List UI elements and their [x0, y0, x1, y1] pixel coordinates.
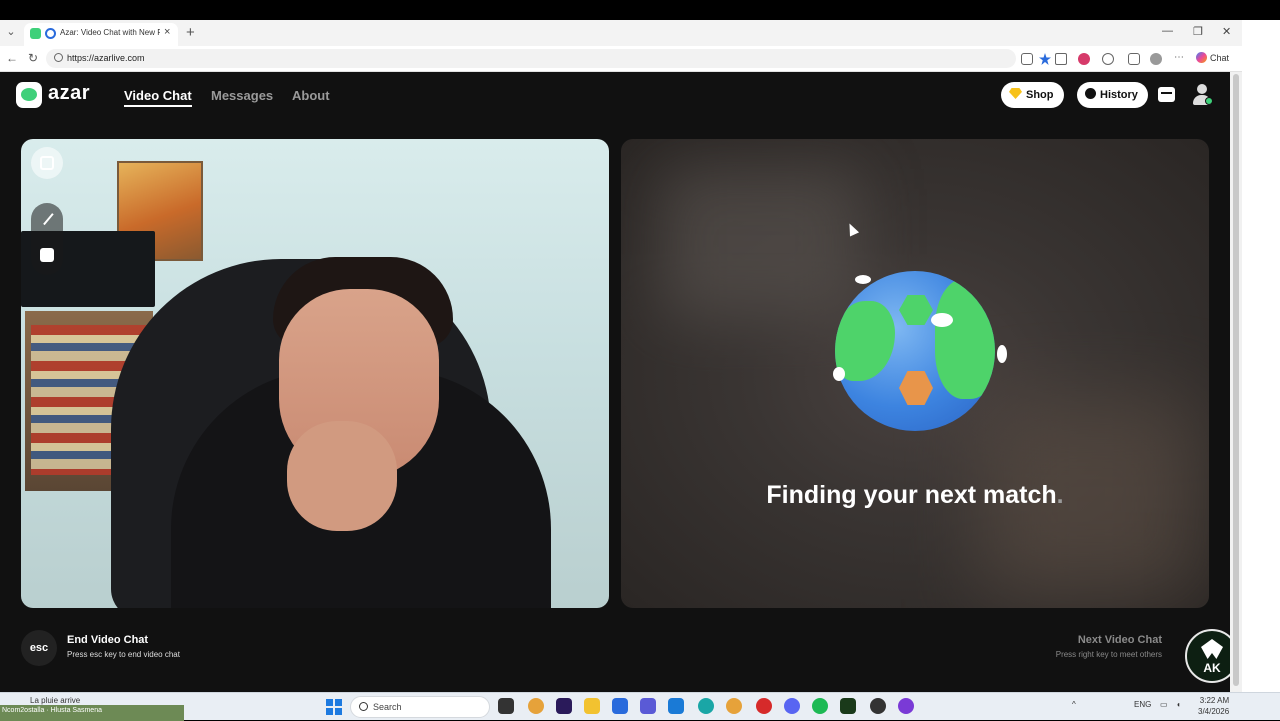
nav-messages[interactable]: Messages [211, 88, 273, 103]
shop-label: Shop [1026, 89, 1054, 101]
windows-taskbar: La pluie arrive Ncom2ostalla · Hlusta Sa… [0, 692, 1280, 721]
clock[interactable]: 3:22 AM 3/4/2026 [1198, 695, 1229, 717]
face-mask-icon [40, 248, 54, 262]
person-hand [287, 421, 397, 531]
restore-icon[interactable]: ❐ [1193, 25, 1203, 38]
azar-page: azar Video Chat Messages About Shop Hist… [0, 72, 1239, 692]
browser-address-bar: ← ↻ https://azarlive.com ⋯ Chat [0, 46, 1242, 72]
url-field[interactable]: https://azarlive.com [46, 49, 1016, 68]
profile-icon[interactable] [1150, 53, 1162, 65]
extension-icon[interactable] [1078, 53, 1090, 65]
expand-button[interactable] [31, 147, 63, 179]
app-available-icon[interactable] [1021, 53, 1033, 65]
inbox-icon[interactable] [1158, 87, 1175, 102]
shop-button[interactable]: Shop [1001, 82, 1064, 108]
chat-label: Chat [1210, 53, 1230, 63]
file-explorer-icon[interactable] [584, 698, 600, 714]
chrome-2-icon[interactable] [726, 698, 742, 714]
end-video-chat-title[interactable]: End Video Chat [67, 634, 148, 646]
outlook-icon[interactable] [668, 698, 684, 714]
back-icon[interactable]: ← [6, 51, 18, 65]
weather-widget[interactable]: La pluie arrive [30, 696, 80, 705]
teams-icon[interactable] [640, 698, 656, 714]
next-video-chat-hint: Press right key to meet others [1055, 650, 1162, 659]
self-camera-video [21, 139, 609, 608]
online-status-icon [1205, 97, 1213, 105]
page-scrollbar[interactable] [1230, 72, 1242, 692]
globe-icon [835, 271, 995, 431]
nav-video-chat[interactable]: Video Chat [124, 88, 192, 107]
expand-icon [40, 156, 54, 170]
edge-icon[interactable] [698, 698, 714, 714]
spotify-icon[interactable] [812, 698, 828, 714]
gem-icon [1009, 88, 1022, 99]
eagle-icon [1201, 639, 1223, 659]
copilot-chat-button[interactable]: Chat [1196, 52, 1229, 63]
tab-list-chevron-icon[interactable]: ⌄ [4, 25, 18, 39]
camera-icon[interactable] [1055, 53, 1067, 65]
scrollbar-thumb[interactable] [1233, 74, 1239, 686]
brand-name[interactable]: azar [48, 82, 90, 105]
refresh-extension-icon[interactable] [1102, 53, 1114, 65]
azar-logo-icon[interactable] [16, 82, 42, 108]
next-video-chat-title[interactable]: Next Video Chat [1078, 634, 1162, 646]
favorite-star-icon[interactable] [1039, 53, 1051, 65]
new-tab-button[interactable]: + [186, 24, 195, 41]
loading-dot: . [1056, 481, 1064, 509]
mask-button[interactable] [31, 239, 63, 271]
magic-wand-icon [43, 213, 63, 233]
match-panel: Finding your next match. [621, 139, 1209, 608]
windows-start-icon[interactable] [326, 699, 342, 715]
history-button[interactable]: History [1077, 82, 1148, 108]
end-video-chat-hint: Press esc key to end video chat [67, 650, 180, 659]
right-margin [1242, 20, 1280, 692]
azar-favicon-icon [30, 28, 41, 39]
task-view-icon[interactable] [498, 698, 514, 714]
browser-tab-azar[interactable]: Azar: Video Chat with New People × [24, 23, 178, 46]
tab-title: Azar: Video Chat with New People [60, 28, 160, 37]
finding-match-status: Finding your next match. [621, 481, 1209, 510]
app-2-icon[interactable] [898, 698, 914, 714]
copilot-icon [1196, 52, 1207, 63]
url-text: https://azarlive.com [67, 53, 145, 63]
close-tab-icon[interactable]: × [164, 26, 170, 38]
blur-background [661, 169, 861, 319]
premiere-icon[interactable] [556, 698, 572, 714]
opera-icon[interactable] [756, 698, 772, 714]
volume-icon[interactable]: ◖ [1176, 700, 1181, 709]
search-icon [359, 702, 368, 711]
network-icon[interactable]: ▭ [1160, 700, 1168, 709]
recording-icon [45, 28, 56, 39]
close-window-icon[interactable]: ✕ [1222, 25, 1231, 38]
obs-icon[interactable] [870, 698, 886, 714]
taskbar-search[interactable]: Search [350, 696, 490, 718]
cloud-icon [855, 275, 871, 284]
refresh-icon[interactable]: ↻ [28, 51, 38, 65]
search-label: Search [373, 702, 402, 712]
nav-about[interactable]: About [292, 88, 330, 103]
app-icon[interactable] [840, 698, 856, 714]
discord-icon[interactable] [784, 698, 800, 714]
language-indicator[interactable]: ENG [1134, 700, 1151, 709]
favorites-icon[interactable] [1128, 53, 1140, 65]
top-black-border [0, 0, 1280, 20]
profile-avatar-icon[interactable] [1192, 84, 1213, 106]
end-video-chat-button[interactable]: esc [21, 630, 57, 666]
history-label: History [1100, 89, 1138, 101]
site-info-icon[interactable] [54, 53, 63, 62]
store-icon[interactable] [612, 698, 628, 714]
cloud-icon [997, 345, 1007, 363]
effects-toolbar [31, 203, 63, 275]
more-options-icon[interactable]: ⋯ [1174, 53, 1186, 65]
overlay-ticker: Ncom2ostalla · Hlusta Sasmena [0, 705, 184, 721]
minimize-icon[interactable]: — [1162, 25, 1173, 37]
cloud-icon [833, 367, 845, 381]
show-hidden-icons[interactable]: ^ [1072, 700, 1076, 709]
finding-text: Finding your next match [766, 481, 1057, 509]
clock-icon [1085, 88, 1096, 99]
filters-button[interactable] [31, 207, 63, 239]
chrome-icon[interactable] [528, 698, 544, 714]
browser-tab-bar: ⌄ Azar: Video Chat with New People × + —… [0, 20, 1242, 46]
